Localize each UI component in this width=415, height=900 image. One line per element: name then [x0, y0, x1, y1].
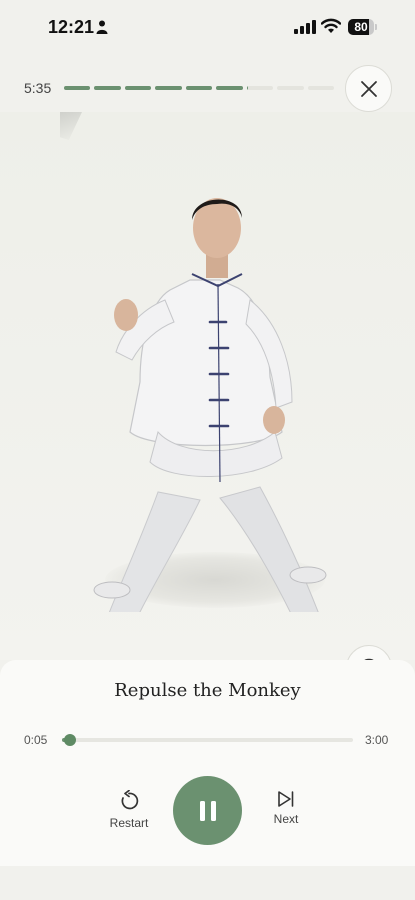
move-duration: 3:00 [365, 733, 389, 747]
move-title: Repulse the Monkey [114, 680, 301, 701]
player-panel: Repulse the Monkey 0:05 3:00 Restart Nex… [0, 660, 415, 866]
bottom-background [0, 866, 415, 900]
session-segment [246, 86, 274, 90]
close-icon [360, 80, 377, 97]
session-segment [185, 86, 213, 90]
segment-fill [155, 86, 182, 90]
segment-fill [94, 86, 121, 90]
session-segment [64, 86, 91, 90]
slider-thumb[interactable] [64, 734, 77, 746]
session-segment [155, 86, 182, 90]
wifi-icon [321, 18, 341, 33]
battery-level: 80 [354, 20, 368, 34]
restart-label: Restart [109, 816, 149, 830]
next-button[interactable]: Next [264, 790, 308, 834]
total-time-remaining: 5:35 [24, 80, 52, 96]
segment-fill [185, 86, 213, 90]
segment-fill [216, 86, 243, 90]
session-segment [94, 86, 121, 90]
pause-button[interactable] [173, 776, 242, 845]
elapsed-time: 0:05 [24, 733, 48, 747]
person-icon [96, 20, 108, 34]
next-label: Next [273, 812, 299, 826]
session-segment [124, 86, 152, 90]
signal-icon [294, 20, 316, 34]
close-button[interactable] [345, 65, 392, 112]
segment-fill [124, 86, 152, 90]
status-bar: 12:21 80 [0, 0, 415, 56]
segment-fill [246, 86, 248, 90]
session-segment [216, 86, 243, 90]
session-segment [277, 86, 304, 90]
move-progress-slider[interactable] [62, 734, 353, 746]
battery-icon: 80 [348, 19, 378, 35]
segment-fill [64, 86, 91, 90]
restart-button[interactable]: Restart [103, 790, 155, 834]
pause-icon [199, 800, 216, 821]
brush-stroke-decoration [60, 112, 82, 140]
session-segment [307, 86, 334, 90]
tai-chi-instructor-figure [93, 198, 327, 612]
status-time: 12:21 [48, 17, 95, 37]
skip-next-icon [278, 791, 294, 807]
restart-icon [121, 790, 139, 810]
demo-video[interactable] [0, 112, 415, 750]
session-progress [64, 86, 334, 90]
